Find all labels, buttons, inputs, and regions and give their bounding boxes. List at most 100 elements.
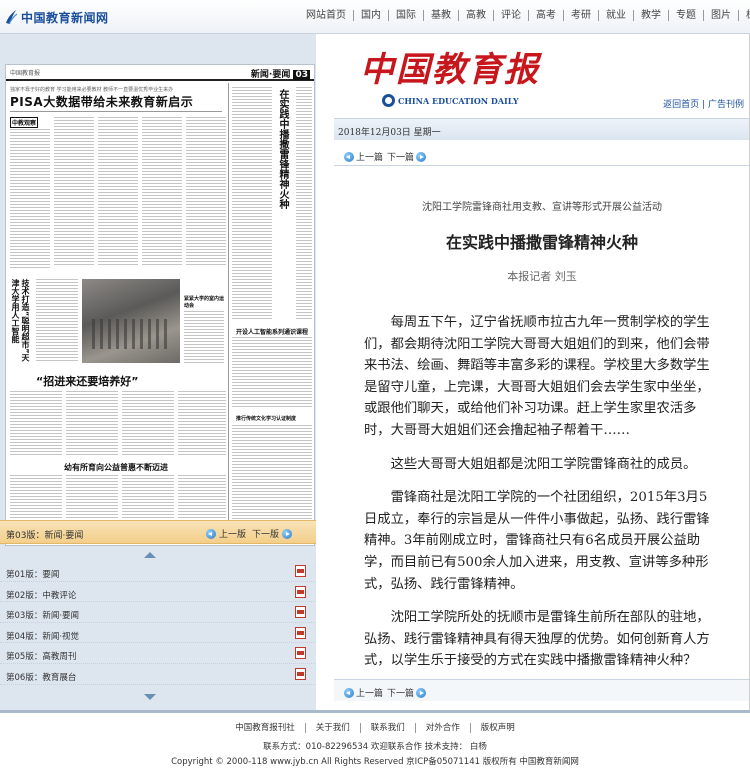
next-article-icon[interactable] xyxy=(416,687,427,698)
article: 沈阳工学院雷锋商社用支教、宣讲等形式开展公益活动 在实践中播撒雷锋精神火种 本报… xyxy=(334,168,750,678)
nav-item-special[interactable]: 专题 xyxy=(668,10,703,21)
footer-links: 中国教育报刊社 关于我们 联系我们 对外合作 版权声明 xyxy=(0,723,750,733)
next-article-link[interactable]: 下一篇 xyxy=(387,686,414,699)
site-logo[interactable]: 中国教育新闻网 xyxy=(4,7,109,27)
nav-item-teaching[interactable]: 教学 xyxy=(633,10,668,21)
date-bar: 2018年12月03日 星期一 xyxy=(334,118,750,140)
footer-link-contact[interactable]: 联系我们 xyxy=(359,723,415,733)
thumb-kicker: 独家不靠于好的教育 学习能用来必要教材 教师不一直要温优秀毕业生来办 xyxy=(10,87,174,93)
pdf-icon[interactable] xyxy=(295,606,306,619)
masthead-en-wrap: CHINA EDUCATION DAILY xyxy=(382,94,519,107)
logo-text: 中国教育新闻网 xyxy=(21,10,109,25)
thumb-text-block xyxy=(10,129,50,269)
pdf-icon[interactable] xyxy=(295,565,306,577)
footer-contact: 联系方式：010-82296534 欢迎联系合作 技术支持： 白杨 xyxy=(263,742,487,752)
thumb-text-block xyxy=(36,279,78,363)
thumb-headline-pisa[interactable]: PISA大数据带给未来教育新启示 xyxy=(10,93,193,110)
article-paragraph: 雷锋商社是沈阳工学院的一个社团组织，2015年3月5日成立，奉行的宗旨是从一件件… xyxy=(364,490,710,592)
article-paragraph: 这些大哥哥大姐姐都是沈阳工学院雷锋商社的成员。 xyxy=(390,456,697,472)
page-pager: 上一版 下一版 xyxy=(205,527,292,540)
thumb-text-block xyxy=(10,391,62,455)
thumb-text-block xyxy=(296,87,312,319)
page-list-item[interactable]: 第06版：教育展台 xyxy=(0,664,316,685)
article-nav-bottom: 上一篇 下一篇 xyxy=(334,679,750,701)
footer-link-agency[interactable]: 中国教育报刊社 xyxy=(225,723,305,733)
prev-article-link[interactable]: 上一篇 xyxy=(356,686,383,699)
logo-swoosh-icon xyxy=(6,10,18,25)
pdf-icon[interactable] xyxy=(295,647,306,660)
thumb-masthead: 中国教育报 xyxy=(10,70,41,77)
page-list-item[interactable]: 第03版：新闻·要闻 xyxy=(0,602,316,623)
next-article-icon[interactable] xyxy=(416,151,427,162)
thumb-headline-recruit[interactable]: “招进来还要培养好” xyxy=(36,373,138,389)
thumb-side-headline: 开设人工智能系列通识课程 xyxy=(236,329,309,336)
thumb-photo xyxy=(82,279,180,363)
nav-item-domestic[interactable]: 国内 xyxy=(353,10,388,21)
nav-item-employment[interactable]: 就业 xyxy=(598,10,633,21)
thumb-text-block xyxy=(122,391,174,455)
nav-item-commentary[interactable]: 评论 xyxy=(493,10,528,21)
page-bar: 第03版：新闻·要闻 上一版 下一版 xyxy=(0,520,316,544)
newspaper-page-thumbnail[interactable]: 中国教育报 新闻·要闻 03 独家不靠于好的教育 学习能用来必要教材 教师不一直… xyxy=(5,64,315,546)
top-bar: 中国教育新闻网 网站首页 国内 国际 基教 高教 评论 高考 考研 就业 教学 … xyxy=(0,0,750,34)
left-column: 中国教育报 新闻·要闻 03 独家不靠于好的教育 学习能用来必要教材 教师不一直… xyxy=(0,34,316,710)
article-body: 每周五下午，辽宁省抚顺市拉古九年一贯制学校的学生们，都会期待沈阳工学院大哥哥大姐… xyxy=(364,312,720,678)
pdf-icon[interactable] xyxy=(295,667,306,680)
thumb-text-block xyxy=(142,117,182,267)
footer-link-about[interactable]: 关于我们 xyxy=(304,723,360,733)
pdf-icon[interactable] xyxy=(295,626,306,639)
thumb-text-block xyxy=(186,117,226,267)
thumb-text-block xyxy=(232,337,312,407)
issue-date: 2018年12月03日 星期一 xyxy=(338,128,441,138)
masthead-title: 中国教育报 xyxy=(360,50,540,90)
thumb-side-headline: 紧紧大学的室内运动会 xyxy=(184,296,225,309)
nav-item-basic-edu[interactable]: 基教 xyxy=(423,10,458,21)
prev-article-icon[interactable] xyxy=(344,151,354,162)
footer-copyright: Copyright © 2000-118 www.jyb.cn All Righ… xyxy=(171,757,579,767)
footer-link-cooperation[interactable]: 对外合作 xyxy=(414,723,470,733)
thumb-vertical-headline[interactable]: 在实践中播撒雷锋精神火种 xyxy=(276,89,288,209)
list-scroll-up-icon[interactable] xyxy=(144,552,156,558)
prev-arrow-icon[interactable] xyxy=(205,528,216,539)
next-arrow-icon[interactable] xyxy=(282,528,292,539)
footer: 中国教育报刊社 关于我们 联系我们 对外合作 版权声明 联系方式：010-822… xyxy=(0,710,750,773)
thumb-side-headline: 推行传统文化学习认证制度 xyxy=(236,416,297,422)
article-subtitle: 沈阳工学院雷锋商社用支教、宣讲等形式开展公益活动 xyxy=(422,202,662,213)
next-page-link[interactable]: 下一版 xyxy=(252,527,279,540)
nav-item-home[interactable]: 网站首页 xyxy=(300,10,353,21)
link-separator: | xyxy=(702,100,706,110)
nav-item-higher-edu[interactable]: 高教 xyxy=(458,10,493,21)
nav-item-gaokao[interactable]: 高考 xyxy=(528,10,563,21)
article-title: 在实践中播撒雷锋精神火种 xyxy=(445,233,638,252)
page-list-item[interactable]: 第01版：要闻 xyxy=(0,561,316,582)
article-nav-top: 上一篇 下一篇 xyxy=(334,144,750,166)
page-list-item[interactable]: 第04版：新闻·视觉 xyxy=(0,623,316,644)
thumb-text-block xyxy=(232,87,272,319)
thumb-headline-preschool[interactable]: 幼有所育向公益普惠不断迈进 xyxy=(64,462,168,473)
home-link[interactable]: 返回首页 xyxy=(663,100,699,110)
list-scroll-down-icon[interactable] xyxy=(144,694,156,700)
pdf-icon[interactable] xyxy=(295,585,306,598)
thumb-text-block xyxy=(178,391,226,455)
next-article-link[interactable]: 下一篇 xyxy=(387,150,414,163)
nav-item-kaoyan[interactable]: 考研 xyxy=(563,10,598,21)
thumb-rule xyxy=(10,111,222,112)
article-paragraph: 每周五下午，辽宁省抚顺市拉古九年一贯制学校的学生们，都会期待沈阳工学院大哥哥大姐… xyxy=(364,315,710,438)
nav-item-dongxue[interactable]: 栋学 xyxy=(738,10,750,21)
prev-article-icon[interactable] xyxy=(344,687,354,698)
nav-item-pictures[interactable]: 图片 xyxy=(703,10,738,21)
nav-item-international[interactable]: 国际 xyxy=(388,10,423,21)
prev-page-link[interactable]: 上一版 xyxy=(219,527,246,540)
prev-article-link[interactable]: 上一篇 xyxy=(356,150,383,163)
thumb-section: 新闻·要闻 03 xyxy=(250,70,310,80)
page-list-item[interactable]: 第02版：中教评论 xyxy=(0,582,316,603)
thumb-vertical-headline-2[interactable]: 技术打造“聪明超市”天津大学用人工智能 xyxy=(10,279,30,369)
ads-link[interactable]: 广告刊例 xyxy=(708,100,744,110)
footer-link-copyright[interactable]: 版权声明 xyxy=(469,723,525,733)
page-list-item[interactable]: 第05版：高教周刊 xyxy=(0,643,316,664)
article-paragraph: 沈阳工学院所处的抚顺市是雷锋生前所在部队的驻地，弘扬、践行雷锋精神具有得天独厚的… xyxy=(364,610,710,669)
thumb-header: 中国教育报 新闻·要闻 03 xyxy=(6,65,314,81)
thumb-text-block xyxy=(66,391,118,455)
main-nav: 网站首页 国内 国际 基教 高教 评论 高考 考研 就业 教学 专题 图片 栋学 xyxy=(300,10,750,21)
page-root: 中国教育新闻网 网站首页 国内 国际 基教 高教 评论 高考 考研 就业 教学 … xyxy=(0,0,750,773)
